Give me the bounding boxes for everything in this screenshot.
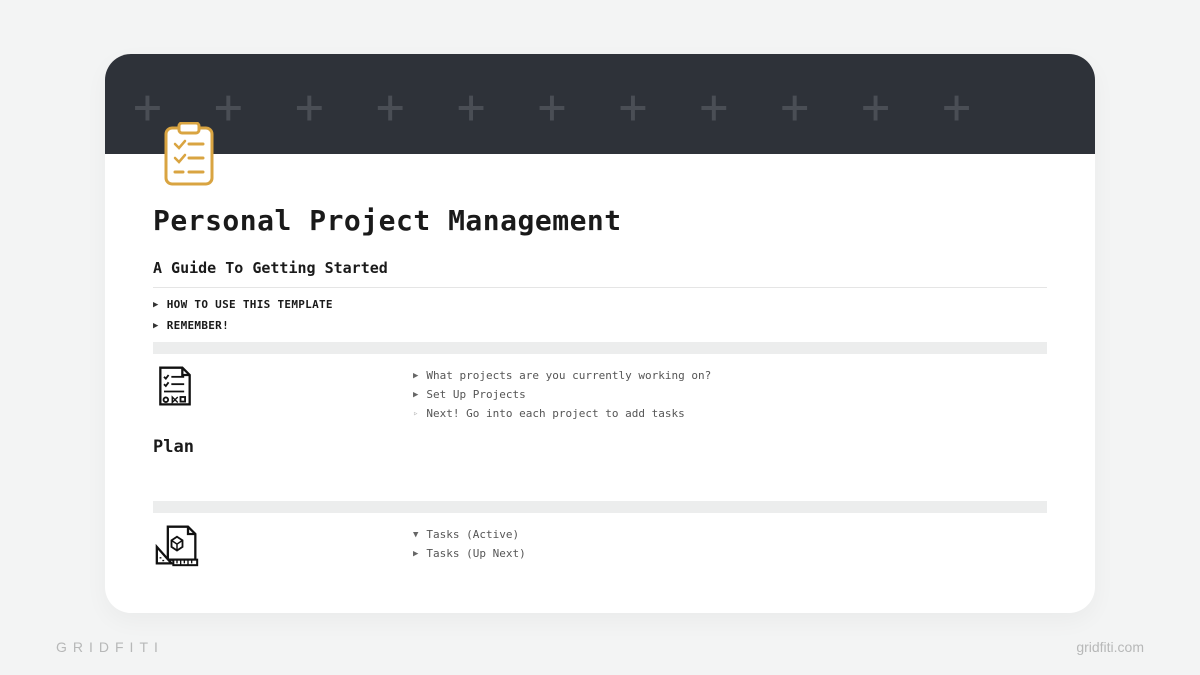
- spacer: [153, 457, 1047, 495]
- triangle-right-icon: ▶: [413, 549, 418, 559]
- cover-plus-icon: +: [457, 83, 486, 131]
- cover-banner: + + + + + + + + + + +: [105, 54, 1095, 154]
- cover-plus-icon: +: [214, 83, 243, 131]
- plan-heading: Plan: [153, 437, 1047, 457]
- cover-plus-icon: +: [618, 83, 647, 131]
- triangle-right-icon: ▶: [413, 371, 418, 381]
- section-divider: [153, 501, 1047, 513]
- bullet-label: What projects are you currently working …: [426, 369, 711, 382]
- cover-plus-icon: +: [376, 83, 405, 131]
- page-content: Personal Project Management A Guide To G…: [105, 154, 1095, 567]
- cover-plus-icon: +: [538, 83, 567, 131]
- plan-bullets: ▶ What projects are you currently workin…: [413, 366, 1047, 423]
- cover-plus-icon: +: [295, 83, 324, 131]
- toggle-remember[interactable]: ▶ REMEMBER!: [153, 315, 1047, 336]
- toggle-tasks-active[interactable]: ▼ Tasks (Active): [413, 525, 1047, 544]
- section-tasks: ▼ Tasks (Active) ▶ Tasks (Up Next): [153, 523, 1047, 567]
- bullet-label: Set Up Projects: [426, 388, 525, 401]
- bullet-label: Tasks (Up Next): [426, 547, 525, 560]
- triangle-right-icon: ▶: [153, 321, 159, 331]
- toggle-how-to-use[interactable]: ▶ HOW TO USE THIS TEMPLATE: [153, 294, 1047, 315]
- cover-plus-icon: +: [780, 83, 809, 131]
- section-divider: [153, 342, 1047, 354]
- bullet-label: Tasks (Active): [426, 528, 519, 541]
- cover-plus-icon: +: [942, 83, 971, 131]
- tasks-bullets: ▼ Tasks (Active) ▶ Tasks (Up Next): [413, 525, 1047, 563]
- page-icon-checklist[interactable]: [161, 122, 217, 188]
- page-title: Personal Project Management: [153, 204, 1047, 237]
- cover-plus-icon: +: [699, 83, 728, 131]
- triangle-down-icon: ▼: [413, 530, 418, 540]
- page-card: + + + + + + + + + + + Personal Project M…: [105, 54, 1095, 613]
- watermark-url: gridfiti.com: [1076, 639, 1144, 655]
- watermark-brand: GRIDFITI: [56, 639, 164, 655]
- toggle-label: REMEMBER!: [167, 319, 229, 332]
- toggle-next-add-tasks[interactable]: ▹ Next! Go into each project to add task…: [413, 404, 1047, 423]
- triangle-right-icon: ▶: [413, 390, 418, 400]
- triangle-right-icon: ▶: [153, 300, 159, 310]
- design-tools-icon: [153, 523, 213, 567]
- toggle-tasks-up-next[interactable]: ▶ Tasks (Up Next): [413, 544, 1047, 563]
- checklist-document-icon: [153, 364, 213, 408]
- cover-plus-icon: +: [861, 83, 890, 131]
- toggle-current-projects[interactable]: ▶ What projects are you currently workin…: [413, 366, 1047, 385]
- cover-plus-icon: +: [133, 83, 162, 131]
- divider-line: [153, 287, 1047, 288]
- bullet-label: Next! Go into each project to add tasks: [426, 407, 684, 420]
- triangle-right-icon: ▹: [413, 409, 418, 419]
- intro-toggle-list: ▶ HOW TO USE THIS TEMPLATE ▶ REMEMBER!: [153, 294, 1047, 336]
- page-subtitle: A Guide To Getting Started: [153, 259, 1047, 277]
- toggle-label: HOW TO USE THIS TEMPLATE: [167, 298, 333, 311]
- section-plan: ▶ What projects are you currently workin…: [153, 364, 1047, 423]
- toggle-setup-projects[interactable]: ▶ Set Up Projects: [413, 385, 1047, 404]
